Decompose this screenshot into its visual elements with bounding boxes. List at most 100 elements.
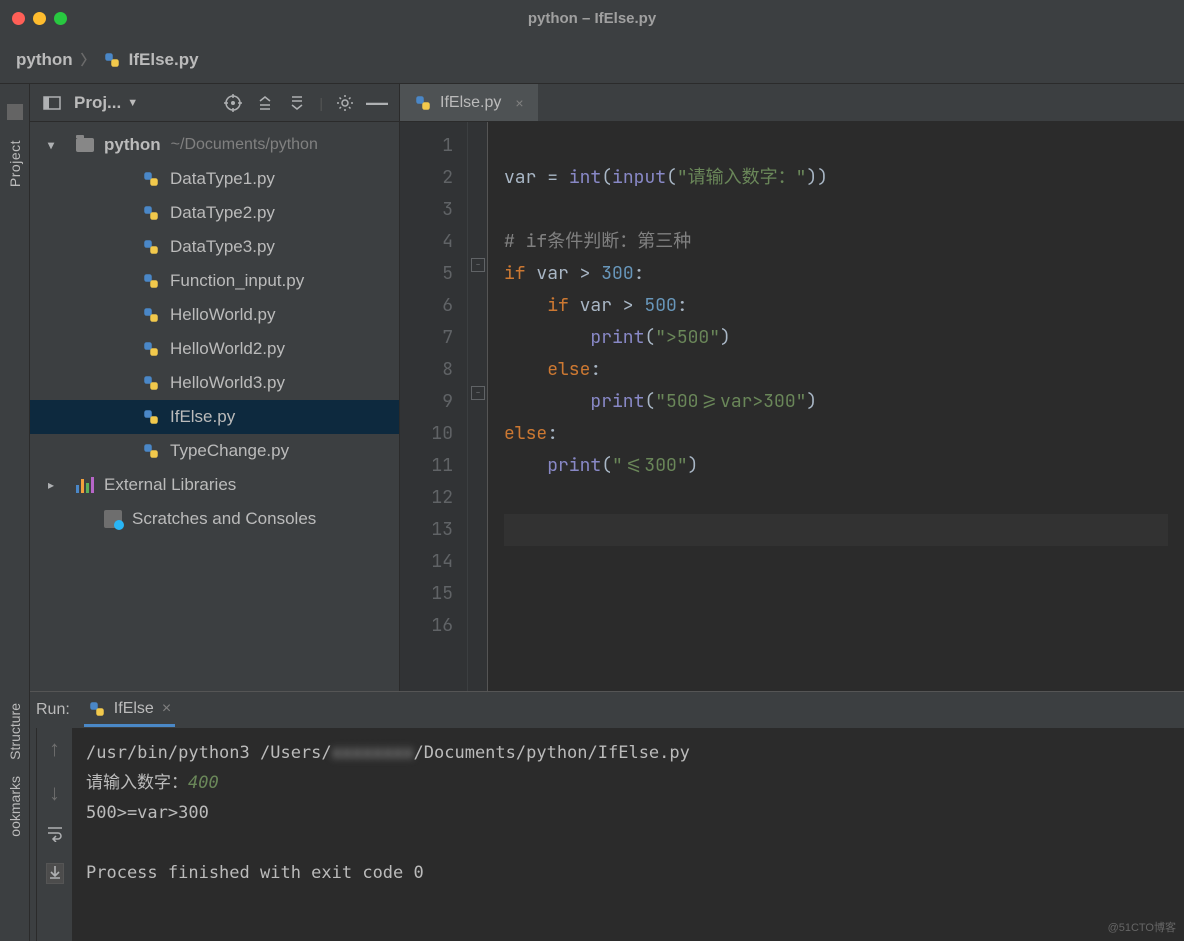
editor-body[interactable]: 12345678910111213141516 − − var = int(in… (400, 122, 1184, 691)
python-file-icon (142, 170, 160, 188)
project-view-selector[interactable]: Proj... ▼ (74, 93, 138, 113)
separator: | (319, 95, 323, 111)
titlebar: python – IfElse.py (0, 0, 1184, 36)
chevron-down-icon[interactable]: ▾ (48, 138, 62, 152)
editor-tab[interactable]: IfElse.py × (400, 84, 538, 121)
fold-marker-icon[interactable]: − (471, 258, 485, 272)
code-line[interactable] (504, 482, 1168, 514)
close-tab-icon[interactable]: × (515, 95, 523, 111)
code-line[interactable] (504, 546, 1168, 578)
breadcrumb-file[interactable]: IfElse.py (103, 50, 199, 70)
python-file-icon (103, 51, 121, 69)
code-line[interactable]: if var > 300: (504, 258, 1168, 290)
close-run-tab-icon[interactable]: × (162, 700, 171, 718)
scratches-icon (104, 510, 122, 528)
project-panel-header: Proj... ▼ | — (30, 84, 399, 122)
down-stack-button[interactable]: ↓ (49, 780, 60, 806)
code-line[interactable]: # if条件判断：第三种 (504, 226, 1168, 258)
code-line[interactable] (504, 130, 1168, 162)
code-line[interactable]: print("500>=var>300") (504, 386, 1168, 418)
scroll-to-end-button[interactable] (46, 863, 64, 884)
close-window-button[interactable] (12, 12, 25, 25)
project-view-icon[interactable] (42, 93, 62, 113)
chevron-right-icon[interactable]: ▸ (48, 478, 62, 492)
python-file-icon (142, 272, 160, 290)
code-line[interactable] (504, 194, 1168, 226)
project-file[interactable]: Function_input.py (30, 264, 399, 298)
code-line[interactable]: else: (504, 418, 1168, 450)
project-file[interactable]: DataType3.py (30, 230, 399, 264)
breadcrumb-file-label: IfElse.py (129, 50, 199, 70)
gear-icon[interactable] (335, 93, 355, 113)
console-text-blurred: xxxxxxxx (332, 743, 414, 763)
maximize-window-button[interactable] (54, 12, 67, 25)
python-file-icon (142, 340, 160, 358)
run-panel: Run: IfElse × ↑ ↓ (0, 691, 1184, 941)
code-line[interactable] (504, 578, 1168, 610)
run-toolbar-secondary: ↑ ↓ (36, 728, 72, 941)
console-output[interactable]: /usr/bin/python3 /Users/xxxxxxxx/Documen… (72, 728, 1184, 941)
console-line: 500>=var>300 (86, 798, 1170, 828)
project-file[interactable]: DataType2.py (30, 196, 399, 230)
project-file-name: HelloWorld2.py (170, 339, 285, 359)
run-panel-header: Run: IfElse × (0, 692, 1184, 728)
traffic-lights (12, 12, 67, 25)
run-body: ↑ ↓ /usr/bin/python3 /Users/xxxxxxxx/Doc… (0, 728, 1184, 941)
fold-marker-icon[interactable]: − (471, 386, 485, 400)
soft-wrap-button[interactable] (46, 824, 64, 845)
console-text: /Documents/python/IfElse.py (414, 743, 690, 763)
chevron-right-icon: 〉 (81, 50, 95, 70)
breadcrumb-root-label: python (16, 50, 73, 70)
run-tab[interactable]: IfElse × (84, 694, 175, 727)
python-file-icon (142, 306, 160, 324)
project-file[interactable]: HelloWorld.py (30, 298, 399, 332)
external-libraries-label: External Libraries (104, 475, 236, 495)
code-line[interactable]: var = int(input("请输入数字：")) (504, 162, 1168, 194)
editor-tabs: IfElse.py × (400, 84, 1184, 122)
collapse-all-icon[interactable] (287, 93, 307, 113)
minimize-window-button[interactable] (33, 12, 46, 25)
editor-area: IfElse.py × 12345678910111213141516 − − … (400, 84, 1184, 691)
project-file[interactable]: HelloWorld3.py (30, 366, 399, 400)
structure-toolwindow-label[interactable]: Structure (7, 703, 23, 760)
hide-panel-icon[interactable]: — (367, 93, 387, 113)
project-file[interactable]: HelloWorld2.py (30, 332, 399, 366)
run-panel-label: Run: (36, 701, 70, 719)
console-prompt: 请输入数字： (86, 773, 188, 793)
project-file-name: IfElse.py (170, 407, 235, 427)
python-file-icon (414, 94, 432, 112)
project-toolwindow-icon[interactable] (7, 104, 23, 120)
code-line[interactable]: print(">500") (504, 322, 1168, 354)
project-root-path: ~/Documents/python (171, 136, 318, 154)
console-line (86, 828, 1170, 858)
project-file[interactable]: IfElse.py (30, 400, 399, 434)
locate-icon[interactable] (223, 93, 243, 113)
python-file-icon (142, 408, 160, 426)
main-area: Project Proj... ▼ | — (0, 84, 1184, 691)
up-stack-button[interactable]: ↑ (49, 736, 60, 762)
breadcrumb-root[interactable]: python (16, 50, 73, 70)
bookmarks-toolwindow-label[interactable]: ookmarks (7, 776, 23, 837)
project-view-label: Proj... (74, 93, 121, 113)
project-file-name: DataType1.py (170, 169, 275, 189)
scratches-consoles[interactable]: Scratches and Consoles (30, 502, 399, 536)
scratches-label: Scratches and Consoles (132, 509, 316, 529)
python-file-icon (142, 238, 160, 256)
expand-all-icon[interactable] (255, 93, 275, 113)
code-area[interactable]: var = int(input("请输入数字：")) # if条件判断：第三种i… (488, 122, 1184, 691)
external-libraries[interactable]: ▸ External Libraries (30, 468, 399, 502)
project-toolwindow-label[interactable]: Project (7, 140, 23, 187)
project-file[interactable]: DataType1.py (30, 162, 399, 196)
window-title: python – IfElse.py (528, 10, 656, 27)
console-line: 请输入数字：400 (86, 768, 1170, 798)
code-line[interactable]: if var > 500: (504, 290, 1168, 322)
code-line[interactable]: print("<=300") (504, 450, 1168, 482)
console-text: /usr/bin/python3 /Users/ (86, 743, 332, 763)
project-root[interactable]: ▾ python ~/Documents/python (30, 128, 399, 162)
project-file[interactable]: TypeChange.py (30, 434, 399, 468)
code-line[interactable] (504, 610, 1168, 642)
code-line[interactable]: else: (504, 354, 1168, 386)
code-line[interactable] (504, 514, 1168, 546)
console-user-input: 400 (188, 773, 219, 793)
project-tree[interactable]: ▾ python ~/Documents/python DataType1.py… (30, 122, 399, 691)
